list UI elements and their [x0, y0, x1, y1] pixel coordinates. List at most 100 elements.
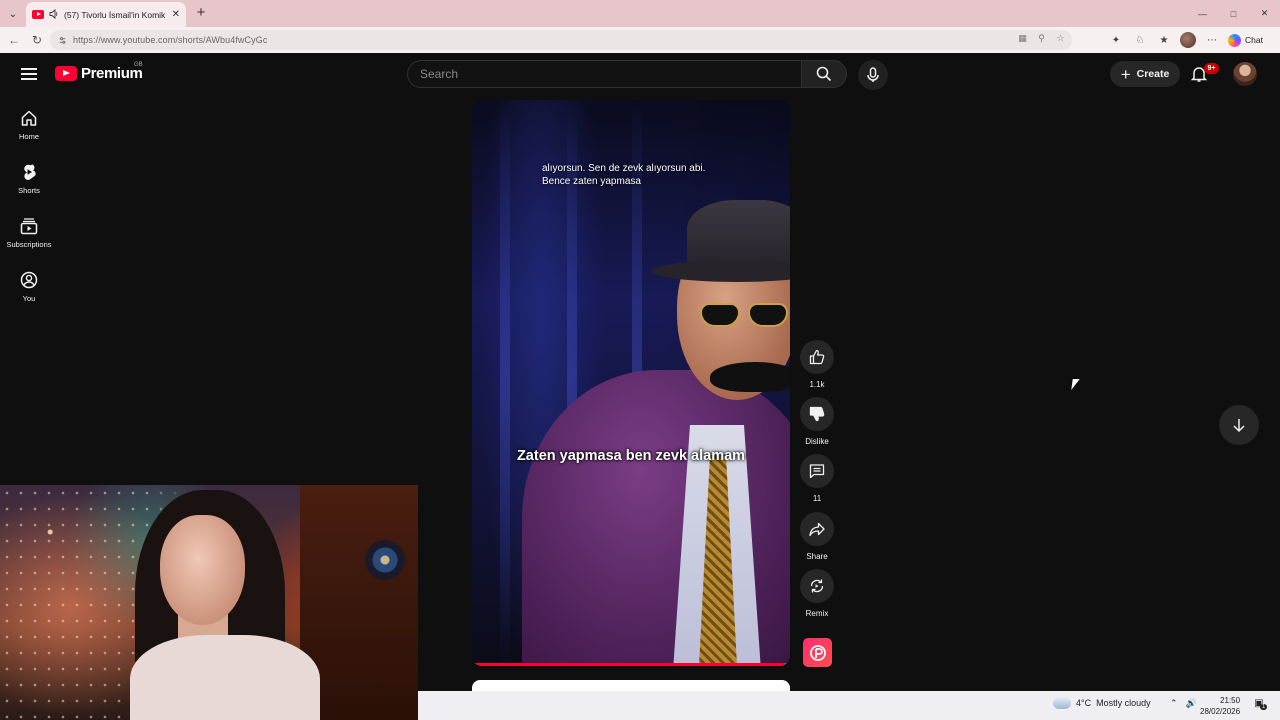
address-bar[interactable]: https://www.youtube.com/shorts/AWbu4fwCy…: [50, 30, 1072, 50]
sidebar-item-you[interactable]: You: [2, 263, 56, 311]
back-arrow-icon[interactable]: ←: [6, 32, 22, 48]
thumbs-up-icon: [809, 349, 825, 365]
app-available-icon[interactable]: ▦: [1017, 33, 1028, 44]
browser-toolbar: ← ↻ https://www.youtube.com/shorts/AWbu4…: [0, 27, 1280, 53]
taskbar-clock[interactable]: 21:50 28/02/2026: [1200, 695, 1240, 717]
copilot-chat-button[interactable]: Chat: [1228, 33, 1263, 47]
dislike-action: Dislike: [799, 397, 835, 446]
plus-icon: +: [1120, 64, 1131, 84]
comments-action: 11: [799, 454, 835, 503]
clock-date: 28/02/2026: [1200, 707, 1241, 716]
share-button[interactable]: [800, 512, 834, 546]
minimize-icon[interactable]: —: [1187, 0, 1218, 27]
youtube-favicon-icon: [32, 10, 44, 19]
window-close-icon[interactable]: ✕: [1249, 0, 1280, 27]
profile-avatar[interactable]: [1180, 32, 1196, 48]
account-avatar[interactable]: [1233, 62, 1257, 86]
favorite-star-icon[interactable]: ☆: [1055, 33, 1066, 44]
zoom-icon[interactable]: ⚲: [1036, 33, 1047, 44]
like-button[interactable]: [800, 340, 834, 374]
you-icon: [20, 271, 38, 289]
browser-tab-active[interactable]: (57) Tivorlu İsmail'in Komik Ko ✕: [26, 2, 186, 27]
youtube-premium-logo[interactable]: Premium GB: [55, 62, 143, 82]
reload-icon[interactable]: ↻: [29, 32, 45, 48]
share-action: Share: [799, 512, 835, 561]
shorts-icon: [24, 164, 36, 180]
thumbs-down-icon: [809, 406, 825, 422]
browser-tab-strip: ⌄ (57) Tivorlu İsmail'in Komik Ko ✕ + — …: [0, 0, 1280, 27]
notification-center-icon[interactable]: ▣ 1: [1252, 698, 1268, 712]
search-input[interactable]: [420, 67, 802, 81]
caption-line: Bence zaten yapmasa: [542, 176, 641, 187]
youtube-header: Premium GB + Create 9+: [2, 53, 1278, 95]
site-info-icon[interactable]: [58, 36, 67, 45]
temperature: 4°C: [1076, 698, 1092, 708]
remix-button[interactable]: [800, 569, 834, 603]
mini-guide: Home Shorts Subscriptions You: [2, 95, 56, 485]
voice-search-button[interactable]: [858, 60, 888, 90]
extensions-icon[interactable]: ✦: [1108, 32, 1124, 48]
more-options-icon[interactable]: ⋯: [1204, 32, 1220, 48]
remix-audio-icon: [809, 644, 826, 661]
home-icon: [21, 110, 37, 126]
subscriptions-icon: [20, 218, 38, 235]
notification-count: 1: [1260, 704, 1268, 710]
url-text: https://www.youtube.com/shorts/AWbu4fwCy…: [73, 35, 268, 45]
share-label: Share: [806, 552, 828, 561]
comment-count: 11: [812, 494, 822, 503]
volume-icon[interactable]: 🔊: [1186, 698, 1197, 709]
weather-text: Mostly cloudy: [1096, 698, 1151, 708]
remix-action: Remix: [799, 569, 835, 618]
tab-title: (57) Tivorlu İsmail'in Komik Ko: [64, 9, 167, 20]
sound-remix-thumbnail[interactable]: [803, 638, 832, 667]
remix-label: Remix: [805, 609, 829, 618]
sidebar-item-label: Shorts: [18, 186, 40, 195]
create-label: Create: [1136, 68, 1170, 80]
maximize-icon[interactable]: □: [1218, 0, 1249, 27]
sidebar-item-label: Subscriptions: [6, 240, 52, 249]
streamer-top: [130, 635, 320, 720]
dislike-label: Dislike: [805, 437, 829, 446]
remix-icon: [810, 579, 824, 593]
next-video-button[interactable]: [1219, 405, 1259, 445]
show-hidden-icons-chevron-icon[interactable]: ⌃: [1170, 698, 1178, 709]
favorites-bar-icon[interactable]: ★: [1156, 32, 1172, 48]
create-button[interactable]: + Create: [1110, 61, 1180, 87]
comments-button[interactable]: [800, 454, 834, 488]
streamer-face: [160, 515, 245, 625]
video-subject-moustache: [710, 362, 790, 392]
weather-widget[interactable]: 4°C Mostly cloudy: [1050, 694, 1151, 709]
like-action: 1.1k: [799, 340, 835, 389]
video-caption-top: alıyorsun. Sen de zevk alıyorsun abi. Be…: [542, 162, 705, 188]
new-tab-plus-icon[interactable]: +: [193, 5, 209, 21]
video-progress-fill: [472, 663, 784, 666]
menu-icon[interactable]: [21, 68, 37, 80]
speaker-icon[interactable]: [49, 6, 59, 24]
mouse-cursor-icon: [1071, 379, 1080, 390]
system-tray: ⌃ 🔊: [1170, 698, 1197, 709]
video-progress-bar[interactable]: [472, 663, 790, 666]
webcam-overlay: [0, 485, 418, 720]
microphone-icon: [867, 67, 879, 82]
sidebar-item-subscriptions[interactable]: Subscriptions: [2, 209, 56, 257]
tab-close-icon[interactable]: ✕: [172, 9, 180, 20]
search-button[interactable]: [801, 60, 847, 88]
window-controls: — □ ✕: [1187, 0, 1280, 27]
decorative-plate: [365, 540, 405, 580]
search-box[interactable]: [407, 60, 802, 88]
caption-line: alıyorsun. Sen de zevk alıyorsun abi.: [542, 163, 706, 174]
browser-essentials-icon[interactable]: ♘: [1132, 32, 1148, 48]
like-count: 1.1k: [809, 380, 825, 389]
sidebar-item-label: Home: [18, 132, 39, 141]
sidebar-item-label: You: [22, 294, 36, 303]
sidebar-item-home[interactable]: Home: [2, 101, 56, 149]
share-arrow-icon: [809, 522, 825, 537]
partly-cloudy-icon: [1050, 694, 1071, 709]
sidebar-item-shorts[interactable]: Shorts: [2, 155, 56, 203]
tab-actions-chevron-icon[interactable]: ⌄: [4, 5, 22, 23]
dislike-button[interactable]: [800, 397, 834, 431]
stage-light-stripe: [500, 100, 510, 666]
shorts-video-player[interactable]: alıyorsun. Sen de zevk alıyorsun abi. Be…: [472, 100, 790, 666]
windows-taskbar: 4°C Mostly cloudy ⌃ 🔊 21:50 28/02/2026 ▣…: [418, 691, 1280, 720]
region-code: GB: [134, 62, 143, 68]
